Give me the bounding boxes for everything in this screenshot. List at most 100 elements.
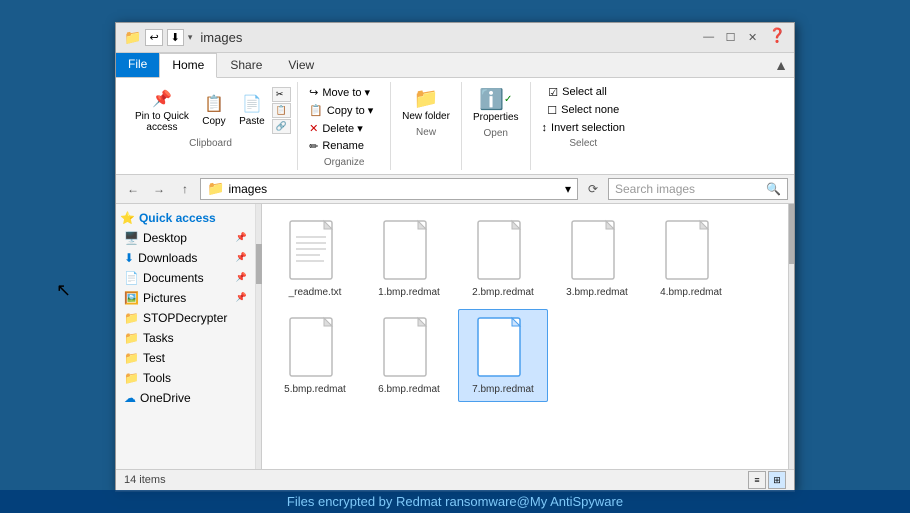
sidebar-item-documents[interactable]: 📄 Documents 📌 [116, 268, 255, 288]
pin-label: Pin to Quickaccess [135, 111, 189, 133]
sidebar-item-stopdecrypter[interactable]: 📁 STOPDecrypter [116, 308, 255, 328]
open-group: ℹ️ ✓ Properties Open [462, 82, 531, 170]
path-folder-icon: 📁 [207, 180, 224, 197]
tab-share[interactable]: Share [217, 53, 275, 77]
file-grid-scrollbar[interactable] [788, 204, 794, 469]
file-item-bmp6[interactable]: 6.bmp.redmat [364, 309, 454, 402]
sidebar-item-onedrive[interactable]: ☁ OneDrive [116, 388, 255, 408]
up-button[interactable]: ↑ [174, 178, 196, 200]
file-icon-bmp2 [476, 219, 530, 285]
pin-quick-access-button[interactable]: 📌 Pin to Quickaccess [130, 84, 194, 136]
file-item-bmp2[interactable]: 2.bmp.redmat [458, 212, 548, 305]
grid-view-button[interactable]: ⊞ [768, 471, 786, 489]
onedrive-icon: ☁ [124, 391, 136, 405]
test-label: Test [143, 351, 165, 365]
ribbon-tabs: File Home Share View ▲ [116, 53, 794, 78]
clipboard-extra: ✂ 📋 🔗 [272, 87, 291, 134]
address-input[interactable]: 📁 images ▾ [200, 178, 578, 200]
desktop-label: Desktop [143, 231, 187, 245]
ribbon-toolbar: 📌 Pin to Quickaccess 📋 Copy 📄 Paste ✂ 📋 … [116, 78, 794, 175]
copy-icon: 📋 [202, 92, 226, 116]
list-view-button[interactable]: ≡ [748, 471, 766, 489]
title-bar-icon1[interactable]: ↩ [145, 29, 162, 46]
properties-checkmark: ✓ [504, 94, 512, 105]
file-icon-bmp3 [570, 219, 624, 285]
pin-icon: 📌 [150, 87, 174, 111]
select-group: ☑ Select all ☐ Select none ↕ Invert sele… [531, 82, 636, 170]
test-icon: 📁 [124, 351, 139, 365]
new-folder-button[interactable]: 📁 New folder [397, 84, 455, 125]
shortcut-button[interactable]: 🔗 [272, 119, 291, 134]
invert-selection-button[interactable]: ↕ Invert selection [537, 120, 630, 136]
pin-indicator-doc: 📌 [236, 272, 247, 283]
sidebar-item-pictures[interactable]: 🖼️ Pictures 📌 [116, 288, 255, 308]
delete-button[interactable]: ✕ Delete ▾ [304, 120, 384, 137]
sidebar-scroll-thumb[interactable] [256, 244, 262, 284]
rename-button[interactable]: ✏ Rename [304, 138, 384, 155]
documents-icon: 📄 [124, 271, 139, 285]
file-item-bmp1[interactable]: 1.bmp.redmat [364, 212, 454, 305]
maximize-button[interactable]: ☐ [721, 27, 741, 47]
file-name-readme: _readme.txt [289, 287, 342, 298]
forward-button[interactable]: → [148, 178, 170, 200]
tools-icon: 📁 [124, 371, 139, 385]
tab-home[interactable]: Home [159, 53, 217, 78]
properties-button[interactable]: ℹ️ ✓ Properties [468, 84, 524, 126]
select-none-label: Select none [561, 104, 619, 116]
file-item-bmp3[interactable]: 3.bmp.redmat [552, 212, 642, 305]
file-item-readme[interactable]: _readme.txt [270, 212, 360, 305]
organize-items: ↪ Move to ▾ 📋 Copy to ▾ ✕ Delete ▾ ✏ Ren… [304, 84, 384, 155]
pin-indicator-pic: 📌 [236, 292, 247, 303]
sidebar-item-tasks[interactable]: 📁 Tasks [116, 328, 255, 348]
file-grid-scroll-thumb[interactable] [789, 204, 794, 264]
path-text: images [228, 182, 267, 196]
tasks-label: Tasks [143, 331, 174, 345]
tab-view[interactable]: View [275, 53, 327, 77]
file-icon-readme [288, 219, 342, 285]
sidebar-scrollbar[interactable] [256, 204, 262, 469]
help-icon[interactable]: ❓ [769, 27, 786, 47]
watermark-text: Files encrypted by Redmat ransomware@My … [287, 494, 623, 509]
search-placeholder: Search images [615, 182, 695, 196]
copy-button[interactable]: 📋 Copy [196, 89, 232, 130]
sidebar-item-downloads[interactable]: ⬇ Downloads 📌 [116, 248, 255, 268]
title-dropdown-icon[interactable]: ▾ [188, 32, 193, 43]
copy-path-button[interactable]: 📋 [272, 103, 291, 118]
select-label: Select [569, 138, 597, 149]
file-name-bmp6: 6.bmp.redmat [378, 384, 440, 395]
select-none-button[interactable]: ☐ Select none [542, 102, 624, 119]
sidebar-item-tools[interactable]: 📁 Tools [116, 368, 255, 388]
file-icon-bmp5 [288, 316, 342, 382]
file-item-bmp4[interactable]: 4.bmp.redmat [646, 212, 736, 305]
tasks-icon: 📁 [124, 331, 139, 345]
sidebar-item-test[interactable]: 📁 Test [116, 348, 255, 368]
back-button[interactable]: ← [122, 178, 144, 200]
search-box[interactable]: Search images 🔍 [608, 178, 788, 200]
properties-label: Properties [473, 112, 519, 123]
new-folder-label: New folder [402, 111, 450, 122]
main-area: ⭐ Quick access 🖥️ Desktop 📌 ⬇ Downloads … [116, 204, 794, 469]
address-dropdown-icon[interactable]: ▾ [565, 182, 571, 196]
cut-button[interactable]: ✂ [272, 87, 291, 102]
file-item-bmp5[interactable]: 5.bmp.redmat [270, 309, 360, 402]
file-item-bmp7[interactable]: 7.bmp.redmat [458, 309, 548, 402]
move-to-button[interactable]: ↪ Move to ▾ [304, 84, 384, 101]
address-bar: ← → ↑ 📁 images ▾ ⟳ Search images 🔍 [116, 175, 794, 204]
copy-to-button[interactable]: 📋 Copy to ▾ [304, 102, 384, 119]
select-all-button[interactable]: ☑ Select all [543, 84, 623, 101]
ribbon-collapse-icon[interactable]: ▲ [768, 53, 794, 77]
tab-file[interactable]: File [116, 53, 159, 77]
sidebar-item-desktop[interactable]: 🖥️ Desktop 📌 [116, 228, 255, 248]
onedrive-label: OneDrive [140, 391, 191, 405]
close-button[interactable]: ✕ [743, 27, 763, 47]
title-bar-icon2[interactable]: ⬇ [167, 29, 184, 46]
minimize-button[interactable]: — [699, 27, 719, 47]
quick-access-header[interactable]: ⭐ Quick access [116, 208, 255, 228]
paste-button[interactable]: 📄 Paste [234, 89, 270, 130]
refresh-button[interactable]: ⟳ [582, 178, 604, 200]
search-icon[interactable]: 🔍 [766, 182, 781, 196]
select-all-label: Select all [562, 86, 607, 98]
select-all-icon: ☑ [548, 86, 558, 99]
title-bar: 📁 ↩ ⬇ ▾ images — ☐ ✕ ❓ [116, 23, 794, 53]
pictures-icon: 🖼️ [124, 291, 139, 305]
